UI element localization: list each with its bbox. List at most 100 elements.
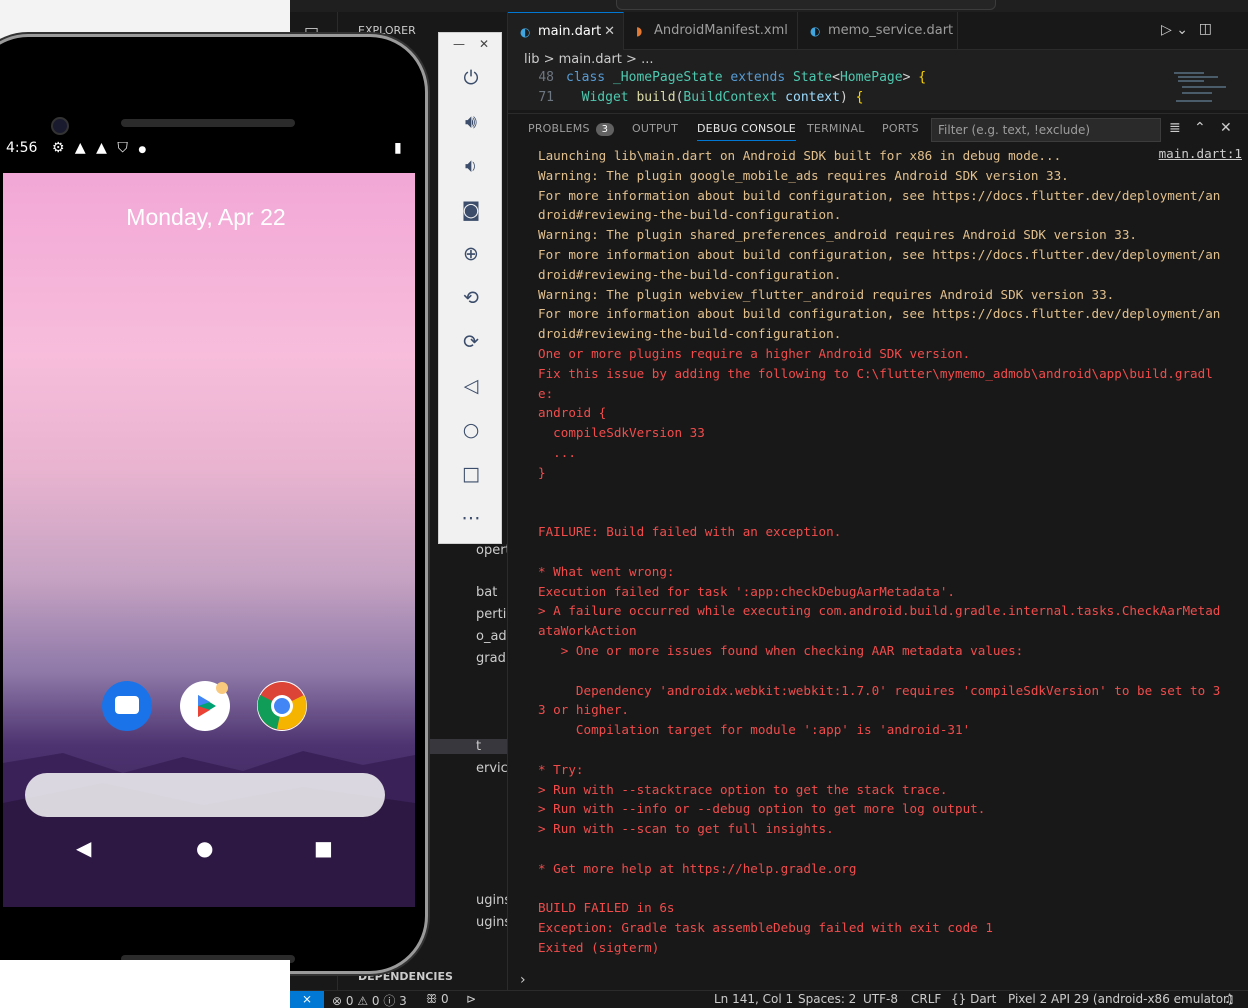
camera-icon[interactable]: ◙ [439,199,503,221]
console-line: * What went wrong: [538,563,675,579]
run-icon[interactable]: ▷ ⌄ [1161,22,1188,38]
console-line: For more information about build configu… [538,187,1221,203]
bottom-panel: PROBLEMS 3 OUTPUT DEBUG CONSOLE TERMINAL … [508,113,1248,990]
zoom-icon[interactable]: ⊕ [439,243,503,265]
split-editor-icon[interactable]: ◫ [1199,21,1212,37]
earpiece-speaker [121,119,295,127]
xml-icon: ◗ [636,24,643,38]
background-window-bottom [0,960,290,1008]
command-center[interactable] [616,0,996,10]
tab-memo-service[interactable]: ◐ memo_service.dart [798,12,958,50]
dart-icon: ◐ [520,25,531,39]
volume-down-icon[interactable]: 🔉︎ [439,155,503,177]
power-icon[interactable]: ⏻ [439,67,503,89]
console-line: > One or more issues found when checking… [538,643,1024,658]
close-icon[interactable]: ✕ [479,37,489,51]
tab-android-manifest[interactable]: ◗ AndroidManifest.xml [624,12,798,50]
console-line: compileSdkVersion 33 [538,425,705,441]
debug-console-output: Launching lib\main.dart on Android SDK b… [538,146,1238,955]
lockscreen-date: Monday, Apr 22 [126,204,286,230]
minimize-icon[interactable]: — [453,37,465,51]
ports-status[interactable]: ꕥ 0 [426,992,449,1007]
console-line: e: [538,385,554,401]
tab-terminal[interactable]: TERMINAL [807,122,865,135]
volume-up-icon[interactable]: 🔊︎ [439,111,503,133]
indentation[interactable]: Spaces: 2 [798,992,856,1006]
repl-chevron-icon[interactable]: › [520,972,526,988]
tab-output[interactable]: OUTPUT [632,122,678,135]
cursor-position[interactable]: Ln 141, Col 1 [714,992,793,1006]
console-line: Warning: The plugin shared_preferences_a… [538,227,1137,243]
console-line: droid#reviewing-the-build-configuration. [538,326,842,342]
back-icon[interactable]: ◁ [439,375,503,397]
console-line: droid#reviewing-the-build-configuration. [538,266,842,282]
breadcrumb[interactable]: lib > main.dart > ... [524,52,653,67]
settings-icon: ⚙ [51,140,65,156]
console-line: > Run with --stacktrace option to get th… [538,781,948,797]
console-line: > Run with --scan to get full insights. [538,821,834,837]
messages-app-icon[interactable] [102,681,152,731]
panel-tabs: PROBLEMS 3 OUTPUT DEBUG CONSOLE TERMINAL … [508,114,1248,146]
maximize-panel-icon[interactable]: ⌃ [1194,120,1206,136]
rotate-left-icon[interactable]: ⟲ [439,287,503,309]
problems-status[interactable]: ⊗ 0 ⚠ 0 ⓘ 3 [332,992,407,1008]
console-line: Execution failed for task ':app:checkDeb… [538,583,956,599]
overview-icon[interactable]: ■ [314,836,333,860]
line-ending[interactable]: CRLF [911,992,941,1006]
tab-main-dart[interactable]: ◐ main.dart ✕ [508,12,624,50]
console-line: Exception: Gradle task assembleDebug fai… [538,920,993,936]
encoding[interactable]: UTF-8 [863,992,898,1006]
console-line: } [538,464,546,480]
remote-icon[interactable]: ⨯ [290,991,324,1008]
minimap[interactable] [1164,70,1234,108]
filter-input[interactable]: Filter (e.g. text, !exclude) [931,118,1161,142]
console-line: For more information about build configu… [538,247,1221,262]
status-bar: ⨯ ⊗ 0 ⚠ 0 ⓘ 3 ꕥ 0 ⊳ Ln 141, Col 1 Spaces… [290,990,1248,1008]
console-line: * Get more help at https://help.gradle.o… [538,860,857,876]
console-line: Dependency 'androidx.webkit:webkit:1.7.0… [538,682,1221,698]
language-mode[interactable]: {} Dart [951,992,996,1006]
console-line: * Try: [538,761,584,777]
more-icon[interactable]: ⋯ [439,507,503,529]
front-camera-icon [51,117,69,135]
console-line: Fix this issue by adding the following t… [538,365,1213,381]
clock: 4:56 [6,140,38,156]
device-selector[interactable]: Pixel 2 API 29 (android-x86 emulator) [1008,992,1233,1006]
back-icon[interactable]: ◀ [76,836,91,860]
tab-debug-console[interactable]: DEBUG CONSOLE [697,122,796,141]
console-line: BUILD FAILED in 6s [538,900,675,916]
shield-icon: ⛉ [117,140,128,156]
code-editor[interactable]: lib > main.dart > ... 48 class _HomePageS… [508,50,1248,110]
notifications-icon[interactable]: ♫ [1224,992,1235,1006]
search-bar[interactable] [25,773,385,817]
tab-problems[interactable]: PROBLEMS 3 [528,122,615,136]
code-line: 48 class _HomePageState extends State<Hom… [538,70,927,85]
battery-icon: ▮ [394,140,402,156]
console-line: Warning: The plugin google_mobile_ads re… [538,167,1069,183]
console-line: FAILURE: Build failed with an exception. [538,524,842,540]
close-panel-icon[interactable]: ✕ [1220,120,1232,136]
chrome-app-icon[interactable] [257,681,307,731]
console-line: 3 or higher. [538,702,629,718]
console-line: Exited (sigterm) [538,940,660,955]
warning-icon: ▲ [96,140,107,156]
overview-icon[interactable]: □ [439,463,503,485]
console-line: Launching lib\main.dart on Android SDK b… [538,148,1062,163]
console-line: ataWorkAction [538,623,637,639]
mountain-wallpaper [3,751,415,907]
emulator-toolbar: — ✕ ⏻ 🔊︎ 🔉︎ ◙ ⊕ ⟲ ⟳ ◁ ○ □ ⋯ [438,32,502,544]
dot-icon: ● [138,145,147,155]
home-icon[interactable]: ○ [439,419,503,441]
rotate-right-icon[interactable]: ⟳ [439,331,503,353]
close-icon[interactable]: ✕ [604,13,615,51]
home-icon[interactable]: ● [196,836,213,860]
console-line: > Run with --info or --debug option to g… [538,801,986,817]
phone-frame [0,34,428,974]
console-line: Compilation target for module ':app' is … [538,722,971,738]
tab-ports[interactable]: PORTS [882,122,919,135]
share-icon[interactable]: ⊳ [466,992,476,1006]
clear-console-icon[interactable]: ≣ [1169,120,1181,136]
console-line: android { [538,405,607,421]
play-store-app-icon[interactable] [180,681,230,731]
console-line: > A failure occurred while executing com… [538,603,1221,619]
